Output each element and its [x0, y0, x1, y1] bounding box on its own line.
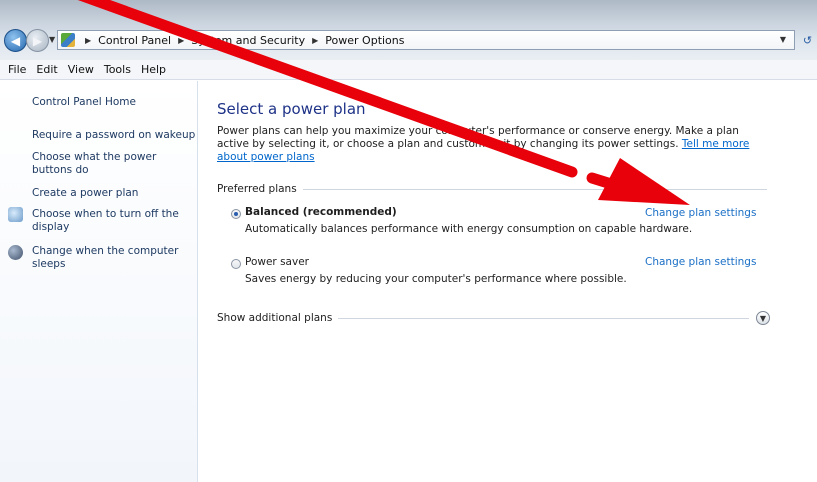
- additional-plans-label[interactable]: Show additional plans: [217, 312, 338, 324]
- chevron-down-icon: ▼: [759, 313, 767, 323]
- create-plan-link[interactable]: Create a power plan: [32, 187, 182, 200]
- preferred-plans-header: Preferred plans: [217, 182, 767, 196]
- turn-off-display-link[interactable]: Choose when to turn off the display: [32, 208, 182, 234]
- require-password-link[interactable]: Require a password on wakeup: [32, 129, 197, 142]
- divider: [338, 317, 749, 319]
- balanced-plan-description: Automatically balances performance with …: [245, 223, 693, 235]
- page-description: Power plans can help you maximize your c…: [217, 125, 769, 164]
- monitor-icon: [8, 207, 23, 222]
- menu-edit[interactable]: Edit: [31, 63, 62, 76]
- forward-arrow-icon: ▶: [32, 33, 43, 48]
- task-pane: Control Panel Home Require a password on…: [0, 81, 198, 482]
- power-saver-radio[interactable]: [231, 259, 241, 269]
- divider: [302, 188, 767, 190]
- breadcrumb[interactable]: ▶ Control Panel ▶ System and Security ▶ …: [57, 30, 795, 50]
- expand-additional-plans-button[interactable]: ▼: [756, 311, 770, 325]
- forward-button[interactable]: ▶: [26, 29, 49, 52]
- balanced-change-settings-link[interactable]: Change plan settings: [645, 207, 756, 219]
- additional-plans-header[interactable]: Show additional plans: [217, 311, 749, 325]
- computer-sleeps-link[interactable]: Change when the computer sleeps: [32, 245, 182, 271]
- refresh-button[interactable]: ↺: [798, 30, 817, 50]
- breadcrumb-separator-icon[interactable]: ▶: [81, 36, 95, 45]
- breadcrumb-system-security[interactable]: System and Security: [188, 34, 308, 47]
- back-button[interactable]: ◀: [4, 29, 27, 52]
- balanced-radio[interactable]: [231, 209, 241, 219]
- address-bar: ◀ ▶ ▼ ▶ Control Panel ▶ System and Secur…: [0, 0, 817, 60]
- breadcrumb-control-panel[interactable]: Control Panel: [95, 34, 174, 47]
- back-arrow-icon: ◀: [10, 33, 21, 48]
- preferred-plans-label: Preferred plans: [217, 183, 297, 195]
- control-panel-home-link[interactable]: Control Panel Home: [32, 96, 182, 109]
- control-panel-icon: [61, 33, 75, 47]
- recent-pages-dropdown-icon[interactable]: ▼: [49, 35, 55, 44]
- address-dropdown-icon[interactable]: ▼: [780, 35, 786, 44]
- power-buttons-link[interactable]: Choose what the power buttons do: [32, 151, 162, 177]
- menu-file[interactable]: File: [3, 63, 31, 76]
- breadcrumb-separator-icon[interactable]: ▶: [308, 36, 322, 45]
- menu-view[interactable]: View: [63, 63, 99, 76]
- page-title: Select a power plan: [217, 100, 366, 118]
- refresh-icon: ↺: [802, 33, 813, 47]
- description-text: Power plans can help you maximize your c…: [217, 125, 739, 150]
- moon-icon: [8, 245, 23, 260]
- power-saver-plan-name[interactable]: Power saver: [245, 256, 309, 268]
- power-saver-change-settings-link[interactable]: Change plan settings: [645, 256, 756, 268]
- menu-bar: File Edit View Tools Help: [0, 60, 817, 80]
- breadcrumb-power-options[interactable]: Power Options: [322, 34, 407, 47]
- menu-tools[interactable]: Tools: [99, 63, 136, 76]
- breadcrumb-separator-icon[interactable]: ▶: [174, 36, 188, 45]
- menu-help[interactable]: Help: [136, 63, 171, 76]
- power-saver-plan-description: Saves energy by reducing your computer's…: [245, 273, 627, 285]
- balanced-plan-name[interactable]: Balanced (recommended): [245, 206, 397, 218]
